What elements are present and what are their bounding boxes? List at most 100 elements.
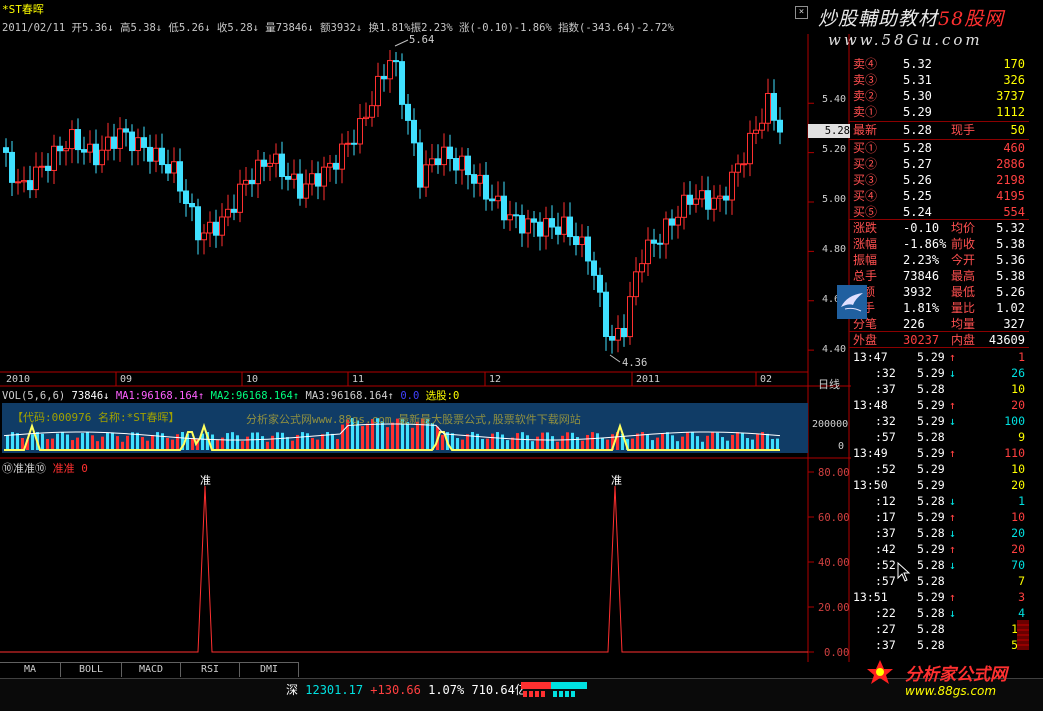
candle-body [15, 181, 21, 184]
volume-bar [216, 440, 219, 450]
volume-bar [61, 432, 64, 450]
candle-body [483, 174, 489, 200]
trade-volume: 70 [1011, 558, 1025, 572]
candle-body [543, 218, 549, 237]
trade-volume: 4 [1018, 606, 1025, 620]
orderbook-divider [849, 121, 1029, 122]
candle-body [129, 131, 135, 152]
candle-body [549, 218, 555, 228]
trade-time: :42 [875, 542, 896, 556]
volume-bar [541, 432, 544, 450]
candle-body [609, 335, 615, 341]
tab-ma[interactable]: MA [0, 662, 61, 677]
watermark-title-b: 58股网 [938, 8, 1005, 30]
low-label: 4.36 [622, 357, 648, 369]
candle-body [273, 153, 279, 164]
candle-body [315, 173, 321, 187]
volume-bar [281, 432, 284, 450]
stat-label: 振幅 [853, 253, 878, 267]
chart-canvas[interactable] [0, 34, 851, 662]
volume-bar [466, 434, 469, 450]
volume-bar [286, 437, 289, 450]
date-tick-label: 2010 [6, 374, 31, 385]
trade-volume: 1 [1018, 494, 1025, 508]
candle-body [753, 129, 759, 134]
tab-boll[interactable]: BOLL [61, 662, 122, 677]
index-change: +130.66 [370, 683, 421, 697]
trade-direction: ↓ [949, 606, 956, 620]
date-tick-label: 09 [120, 374, 133, 385]
tab-dmi[interactable]: DMI [240, 662, 299, 677]
trade-price: 5.28 [917, 526, 945, 540]
volume-bar [176, 434, 179, 450]
tab-macd[interactable]: MACD [122, 662, 181, 677]
inner-label: 内盘 [951, 333, 976, 347]
index-amount: 710.64亿 [471, 683, 527, 697]
candle-body [741, 163, 747, 166]
volume-bar [306, 433, 309, 450]
indicator-line [0, 485, 808, 653]
candle-body [201, 232, 207, 241]
volume-bar [6, 434, 9, 450]
market-index[interactable]: 深 12301.17 +130.66 1.07% 710.64亿 [286, 681, 527, 698]
candle-body [711, 197, 717, 210]
volume-bar [51, 438, 54, 450]
trade-direction: ↑ [949, 590, 956, 604]
volume-bar [491, 433, 494, 450]
stat-label: 最高 [951, 269, 976, 283]
candle-body [393, 60, 399, 63]
outer-label: 外盘 [853, 333, 878, 347]
trade-volume: 9 [1018, 430, 1025, 444]
volume-bar [731, 434, 734, 450]
trade-time: 13:48 [853, 398, 888, 412]
stat-value: 226 [903, 317, 925, 331]
quote-date: 2011/02/11 [2, 22, 66, 34]
volume-bar [751, 439, 754, 450]
trade-direction: ↑ [949, 398, 956, 412]
candle-body [687, 194, 693, 205]
volume-bar [671, 435, 674, 450]
buy-price: 5.28 [903, 141, 932, 155]
candle-body [225, 208, 231, 218]
candle-body [507, 214, 513, 221]
volume-bar [696, 436, 699, 450]
buy-label: 买② [853, 157, 878, 171]
candle-body [771, 92, 777, 121]
trade-time: :57 [875, 574, 896, 588]
candle-body [285, 176, 291, 180]
close-icon[interactable]: × [795, 6, 808, 19]
scroll-indicator[interactable] [1017, 620, 1029, 650]
index-value: 12301.17 [305, 683, 364, 697]
volume-bar [251, 432, 254, 450]
volume-bar [706, 435, 709, 450]
candle-body [57, 145, 63, 152]
volume-bar [651, 440, 654, 450]
volume-bar [46, 439, 49, 450]
candle-body [657, 242, 663, 245]
candle-body [585, 236, 591, 262]
promo-text: 分析家公式网www.88gs.com 最新最大股票公式,股票软件下载网站 [246, 413, 581, 426]
candle-body [465, 155, 471, 176]
candle-body [333, 162, 339, 170]
buy-vol: 2886 [996, 157, 1025, 171]
trade-row: :52 5.29 10 [851, 461, 1029, 477]
candle-body [681, 194, 687, 218]
candle-body [447, 146, 453, 160]
sell-label: 卖③ [853, 73, 878, 87]
candle-body [87, 143, 93, 153]
trade-volume: 7 [1018, 574, 1025, 588]
trade-time: 13:49 [853, 446, 888, 460]
volume-bar [271, 435, 274, 450]
candle-body [63, 148, 69, 152]
buy-label: 买⑤ [853, 205, 878, 219]
stat-row: 振幅 2.23% 今开 5.36 [851, 252, 1029, 268]
volume-bar [56, 433, 59, 450]
volume-bar [581, 440, 584, 450]
orderbook-divider [849, 331, 1029, 332]
trade-price: 5.29 [917, 414, 945, 428]
volume-bar [766, 433, 769, 450]
candle-body [651, 239, 657, 244]
candle-body [555, 226, 561, 235]
tab-rsi[interactable]: RSI [181, 662, 240, 677]
period-label[interactable]: 日线 [818, 376, 840, 392]
